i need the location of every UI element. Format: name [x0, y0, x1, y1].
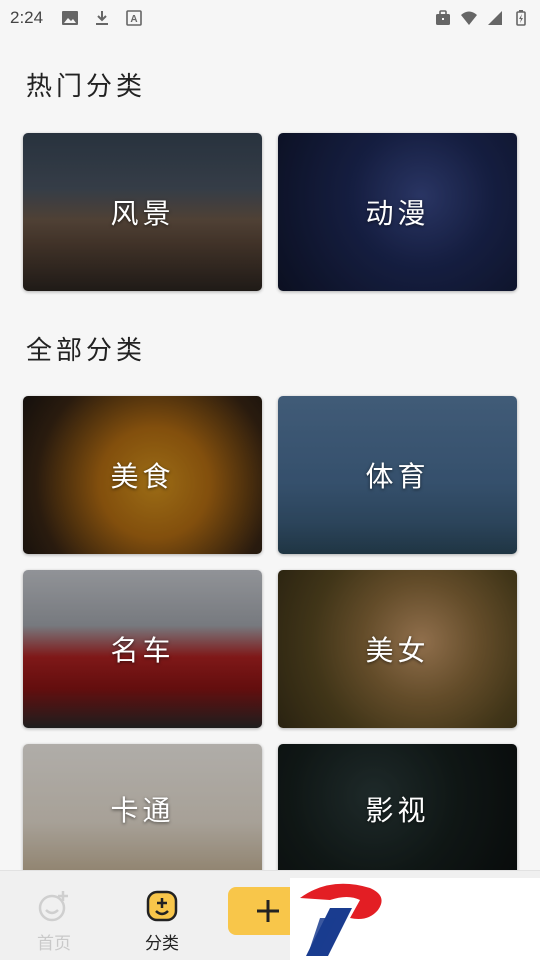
category-label: 卡通 [110, 794, 175, 827]
status-time: 2:24 [10, 8, 44, 27]
category-label: 美女 [365, 634, 430, 667]
status-bar: 2:24 A [0, 0, 540, 36]
category-card-film[interactable]: 影视 [278, 744, 517, 874]
category-label: 风景 [110, 197, 175, 230]
signal-icon [488, 11, 502, 25]
category-card-scenery[interactable]: 风景 [23, 133, 262, 291]
battery-icon [516, 10, 526, 26]
download-icon [96, 11, 109, 25]
nav-home[interactable]: 首页 [24, 889, 84, 954]
svg-text:A: A [130, 14, 137, 25]
category-card-anime[interactable]: 动漫 [278, 133, 517, 291]
nav-home-label: 首页 [37, 934, 71, 954]
category-label: 美食 [110, 460, 175, 493]
hot-categories-title: 热门分类 [26, 72, 147, 102]
category-card-sports[interactable]: 体育 [278, 396, 517, 554]
category-card-cartoon[interactable]: 卡通 [23, 744, 262, 874]
category-label: 名车 [110, 634, 175, 667]
category-face-icon [146, 890, 178, 922]
plus-icon [257, 900, 279, 922]
brand-logo [300, 883, 382, 956]
ad-banner[interactable] [290, 878, 540, 960]
category-label: 影视 [365, 794, 430, 827]
category-label: 体育 [365, 460, 430, 493]
nav-category[interactable]: 分类 [132, 889, 192, 954]
all-categories-title: 全部分类 [26, 336, 147, 366]
image-icon [62, 11, 79, 25]
a-icon: A [126, 10, 142, 26]
category-card-beauty[interactable]: 美女 [278, 570, 517, 728]
wifi-icon [461, 11, 477, 25]
briefcase-icon [436, 10, 450, 25]
nav-category-label: 分类 [145, 934, 179, 954]
home-face-icon [38, 891, 68, 922]
category-card-cars[interactable]: 名车 [23, 570, 262, 728]
category-card-food[interactable]: 美食 [23, 396, 262, 554]
category-label: 动漫 [365, 197, 430, 230]
